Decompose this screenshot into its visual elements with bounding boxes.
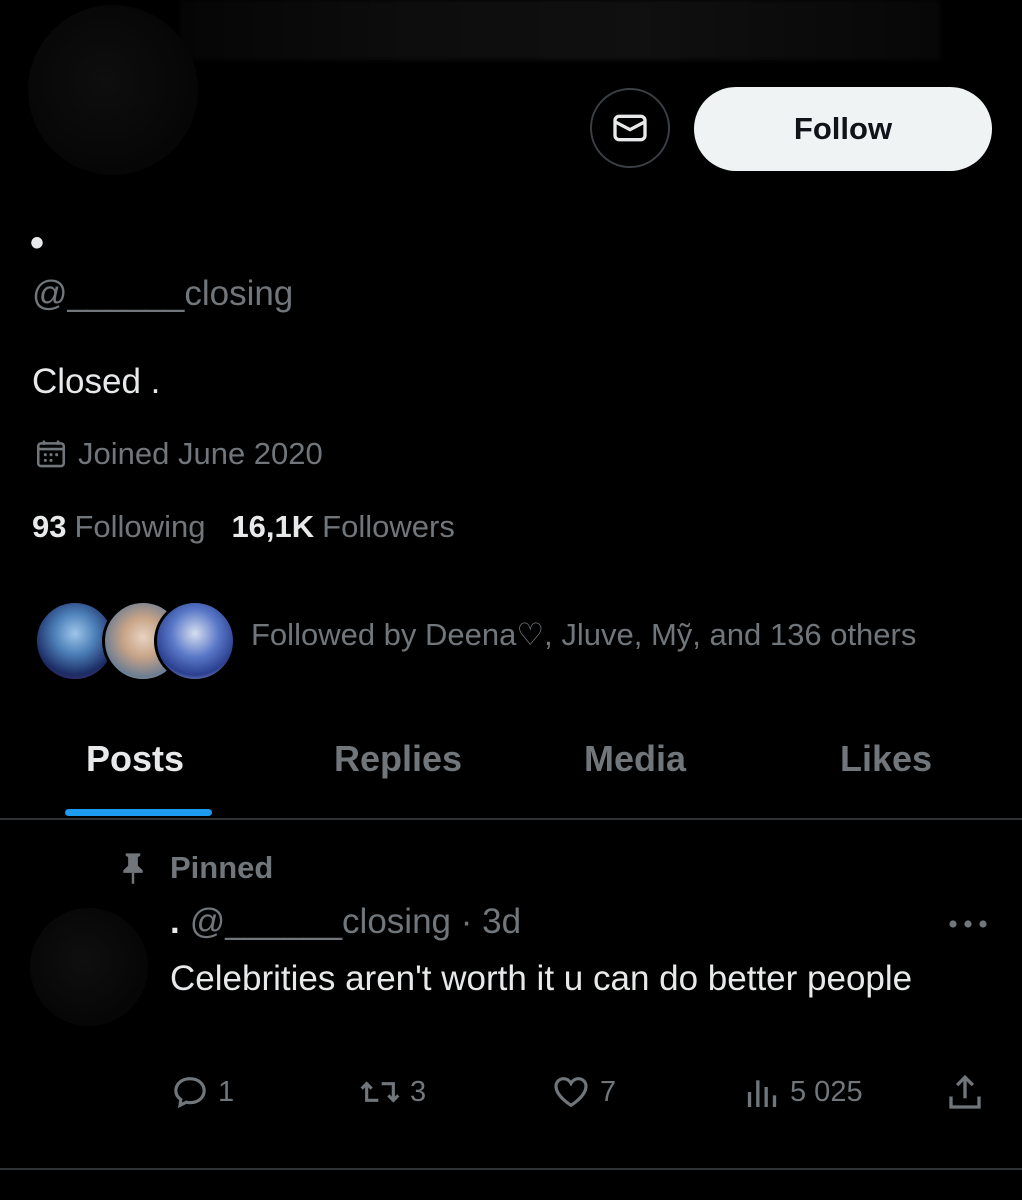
pinned-label: Pinned [170, 850, 274, 885]
following-stat[interactable]: 93 Following [32, 509, 205, 545]
post-header: . @______closing · 3d [170, 902, 521, 942]
post-author-name[interactable]: . [170, 902, 180, 941]
repost-icon [360, 1081, 400, 1103]
followed-by-text[interactable]: Followed by Deena♡, Jluve, Mỹ, and 136 o… [251, 617, 916, 653]
following-label: Following [74, 509, 206, 544]
follow-button[interactable]: Follow [694, 87, 992, 171]
post-time[interactable]: · 3d [461, 902, 521, 941]
profile-stats: 93 Following 16,1K Followers [32, 509, 455, 545]
profile-tabs: Posts Replies Media Likes [0, 720, 1022, 818]
tab-media[interactable]: Media [584, 738, 686, 780]
message-button[interactable] [590, 88, 670, 168]
envelope-icon [613, 114, 647, 142]
like-count: 7 [600, 1075, 617, 1108]
views-count: 5 025 [790, 1075, 863, 1108]
share-button[interactable] [944, 1072, 994, 1114]
follower-avatar [154, 600, 236, 682]
reply-button[interactable]: 1 [170, 1072, 234, 1112]
pin-icon [123, 853, 143, 884]
profile-display-name: • [30, 221, 45, 265]
joined-label: Joined June 2020 [78, 436, 323, 471]
post-text: Celebrities aren't worth it u can do bet… [170, 959, 913, 998]
profile-handle: @______closing [32, 274, 294, 313]
active-tab-indicator [65, 809, 212, 816]
followers-stat[interactable]: 16,1K Followers [231, 509, 454, 545]
joined-date: Joined June 2020 [34, 436, 323, 472]
tab-replies[interactable]: Replies [334, 738, 462, 780]
repost-button[interactable]: 3 [358, 1072, 426, 1112]
post-author-avatar[interactable] [30, 908, 148, 1026]
views-button[interactable]: 5 025 [742, 1072, 863, 1112]
reply-count: 1 [218, 1075, 235, 1108]
repost-count: 3 [410, 1075, 427, 1108]
analytics-icon [747, 1080, 777, 1107]
like-button[interactable]: 7 [550, 1072, 616, 1112]
reply-icon [174, 1077, 206, 1109]
tab-posts[interactable]: Posts [86, 738, 184, 780]
followers-count: 16,1K [231, 509, 315, 544]
post-divider [0, 1168, 1022, 1170]
tab-likes[interactable]: Likes [840, 738, 932, 780]
calendar-icon [36, 440, 66, 468]
share-icon [949, 1074, 981, 1109]
post-actions: 1 3 7 5 025 [170, 1072, 990, 1118]
heart-icon [554, 1077, 588, 1108]
tabs-divider [0, 818, 1022, 820]
following-count: 93 [32, 509, 67, 544]
followed-by-avatars[interactable] [34, 600, 236, 684]
pinned-indicator: Pinned [118, 850, 273, 886]
profile-bio: Closed . [32, 362, 161, 401]
more-horizontal-icon[interactable] [946, 914, 990, 934]
post-author-handle[interactable]: @______closing [190, 902, 451, 941]
profile-avatar[interactable] [28, 5, 198, 175]
followers-label: Followers [322, 509, 455, 544]
profile-banner [180, 0, 940, 60]
